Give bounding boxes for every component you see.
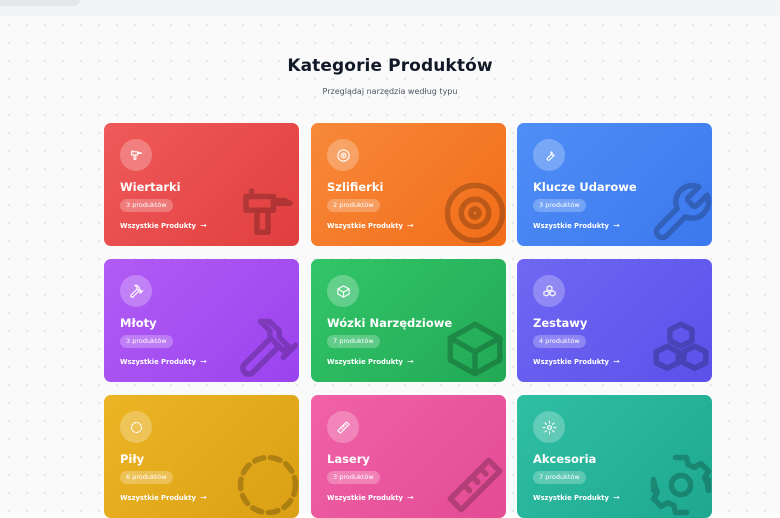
product-count-badge: 3 produktów (120, 199, 173, 212)
arrow-right-icon: → (199, 493, 207, 502)
all-products-link[interactable]: Wszystkie Produkty → (120, 493, 207, 502)
arrow-right-icon: → (612, 357, 620, 366)
all-products-link[interactable]: Wszystkie Produkty → (120, 221, 207, 230)
arrow-right-icon: → (406, 357, 414, 366)
arrow-right-icon: → (199, 357, 207, 366)
all-products-label: Wszystkie Produkty (533, 357, 609, 366)
disc-icon (444, 182, 506, 244)
all-products-label: Wszystkie Produkty (120, 493, 196, 502)
product-count-badge: 3 produktów (327, 471, 380, 484)
product-count-badge: 7 produktów (533, 471, 586, 484)
boxes-icon (653, 321, 709, 371)
product-count-badge: 6 produktów (120, 471, 173, 484)
gear-icon (650, 454, 712, 516)
all-products-link[interactable]: Wszystkie Produkty → (533, 221, 620, 230)
all-products-label: Wszystkie Produkty (120, 357, 196, 366)
all-products-label: Wszystkie Produkty (120, 221, 196, 230)
wrench-icon (533, 139, 565, 171)
saw-circle-icon (237, 454, 299, 516)
all-products-label: Wszystkie Produkty (327, 357, 403, 366)
top-bar (0, 0, 780, 16)
box-icon (447, 321, 503, 377)
category-card-zestawy[interactable]: Zestawy 4 produktów Wszystkie Produkty → (517, 259, 712, 382)
all-products-link[interactable]: Wszystkie Produkty → (327, 357, 414, 366)
arrow-right-icon: → (406, 493, 414, 502)
category-card-mloty[interactable]: Młoty 3 produktów Wszystkie Produkty → (104, 259, 299, 382)
all-products-link[interactable]: Wszystkie Produkty → (120, 357, 207, 366)
product-count-badge: 4 produktów (533, 335, 586, 348)
all-products-label: Wszystkie Produkty (533, 493, 609, 502)
product-count-badge: 3 produktów (533, 199, 586, 212)
category-card-akcesoria[interactable]: Akcesoria 7 produktów Wszystkie Produkty… (517, 395, 712, 518)
box-icon (327, 275, 359, 307)
category-title: Wózki Narzędziowe (327, 316, 453, 330)
category-title: Akcesoria (533, 452, 597, 466)
all-products-link[interactable]: Wszystkie Produkty → (533, 357, 620, 366)
category-card-wiertarki[interactable]: Wiertarki 3 produktów Wszystkie Produkty… (104, 123, 299, 246)
disc-icon (327, 139, 359, 171)
gear-icon (533, 411, 565, 443)
arrow-right-icon: → (406, 221, 414, 230)
category-title: Szlifierki (327, 180, 384, 194)
drill-icon (120, 139, 152, 171)
product-count-badge: 7 produktów (327, 335, 380, 348)
saw-circle-icon (120, 411, 152, 443)
all-products-link[interactable]: Wszystkie Produkty → (533, 493, 620, 502)
category-card-klucze-udarowe[interactable]: Klucze Udarowe 3 produktów Wszystkie Pro… (517, 123, 712, 246)
drill-icon (243, 188, 293, 235)
product-count-badge: 3 produktów (120, 335, 173, 348)
hammer-icon (240, 318, 299, 377)
top-bar-tab (0, 0, 80, 6)
arrow-right-icon: → (612, 221, 620, 230)
category-card-lasery[interactable]: Lasery 3 produktów Wszystkie Produkty → (311, 395, 506, 518)
ruler-icon (447, 457, 503, 513)
ruler-icon (327, 411, 359, 443)
hammer-icon (120, 275, 152, 307)
category-title: Lasery (327, 452, 370, 466)
category-card-wozki-narzedziowe[interactable]: Wózki Narzędziowe 7 produktów Wszystkie … (311, 259, 506, 382)
category-card-pily[interactable]: Piły 6 produktów Wszystkie Produkty → (104, 395, 299, 518)
all-products-link[interactable]: Wszystkie Produkty → (327, 221, 414, 230)
section-title: Kategorie Produktów (287, 56, 493, 76)
section-subtitle: Przeglądaj narzędzia według typu (322, 87, 458, 96)
boxes-icon (533, 275, 565, 307)
all-products-label: Wszystkie Produkty (327, 221, 403, 230)
category-card-szlifierki[interactable]: Szlifierki 2 produktów Wszystkie Produkt… (311, 123, 506, 246)
category-title: Zestawy (533, 316, 588, 330)
category-title: Młoty (120, 316, 157, 330)
wrench-icon (653, 182, 712, 241)
category-title: Klucze Udarowe (533, 180, 637, 194)
category-title: Piły (120, 452, 145, 466)
category-title: Wiertarki (120, 180, 181, 194)
arrow-right-icon: → (199, 221, 207, 230)
product-count-badge: 2 produktów (327, 199, 380, 212)
all-products-link[interactable]: Wszystkie Produkty → (327, 493, 414, 502)
all-products-label: Wszystkie Produkty (327, 493, 403, 502)
arrow-right-icon: → (612, 493, 620, 502)
all-products-label: Wszystkie Produkty (533, 221, 609, 230)
